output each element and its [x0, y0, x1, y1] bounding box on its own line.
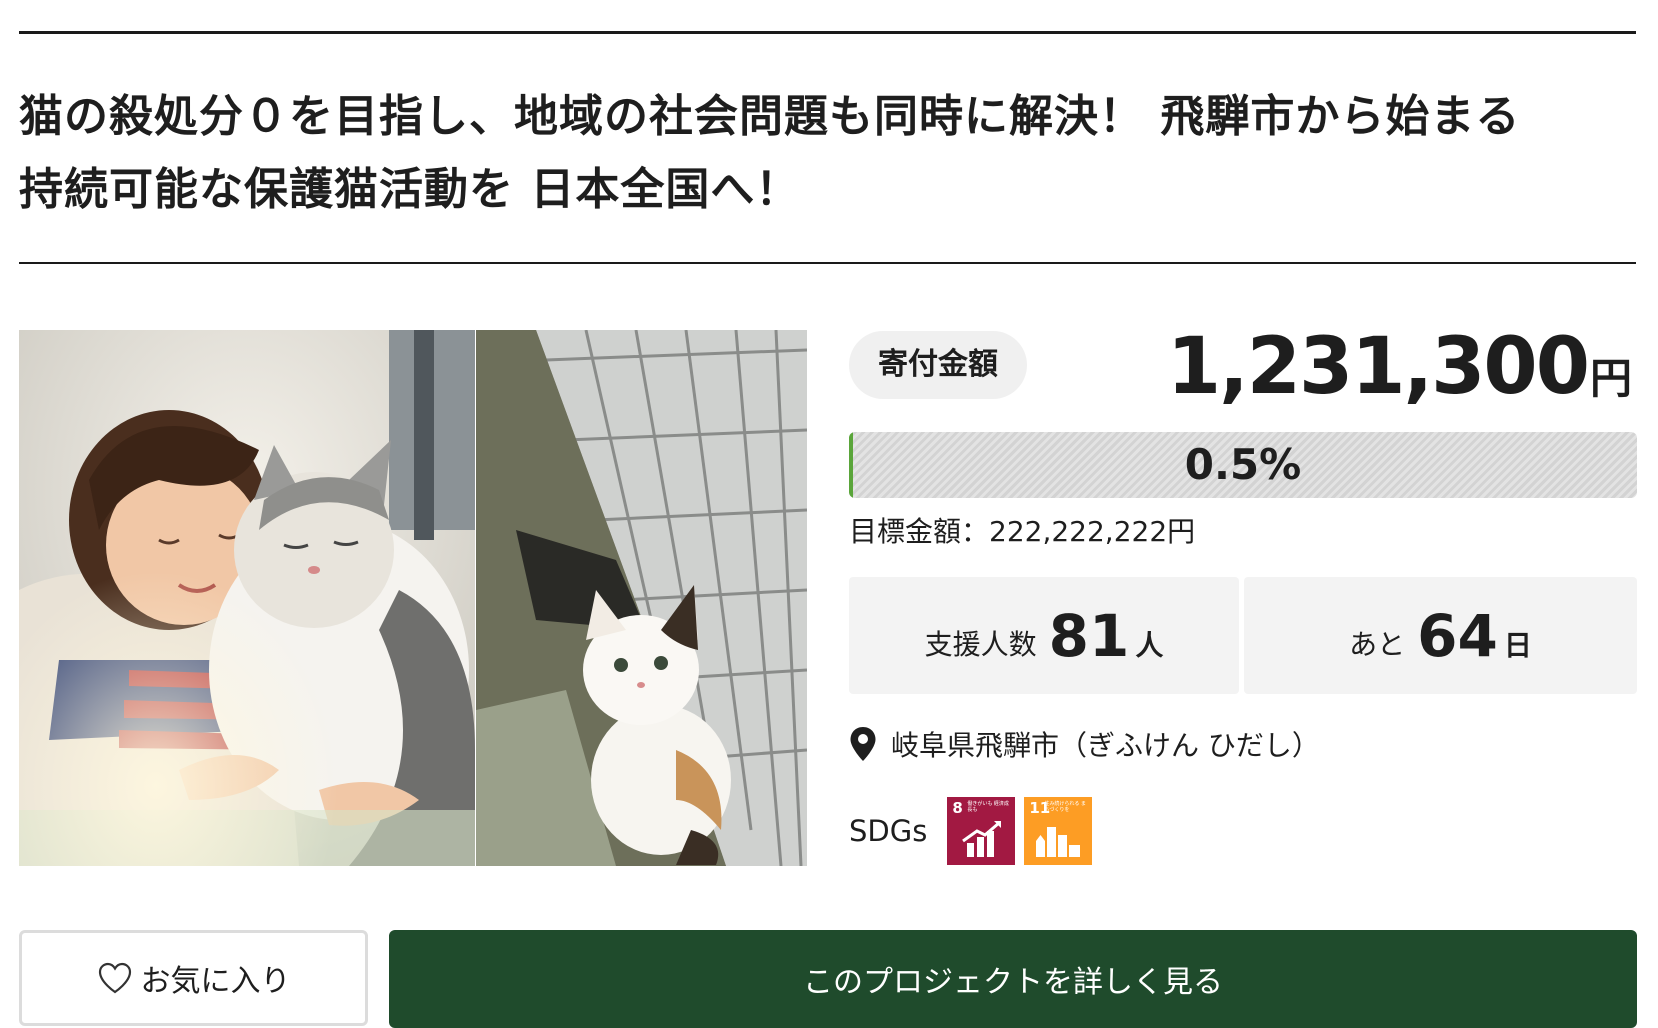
supporters-count-box: 支援人数 81 人 — [849, 577, 1239, 694]
top-divider — [19, 31, 1636, 34]
donation-amount: 1,231,300円 — [1167, 322, 1632, 412]
donation-goal: 目標金額：222,222,222円 — [849, 515, 1196, 548]
days-remaining-label: あと — [1349, 627, 1406, 661]
view-project-details-label: このプロジェクトを詳しく見る — [803, 965, 1223, 1000]
supporters-unit: 人 — [1135, 628, 1164, 662]
project-location: 岐阜県飛騨市（ぎふけん ひだし） — [849, 724, 1320, 764]
growth-chart-icon — [962, 821, 1002, 857]
heart-outline-icon — [98, 962, 131, 994]
project-title-line1: 猫の殺処分０を目指し、地域の社会問題も同時に解決！ 飛騨市から始まる — [19, 91, 1521, 142]
donation-amount-value: 1,231,300 — [1166, 322, 1590, 412]
donation-progress-bar: 0.5% — [849, 432, 1637, 498]
donation-amount-badge: 寄付金額 — [849, 331, 1027, 399]
sdgs-label: SDGs — [849, 814, 928, 848]
supporters-value: 81 — [1048, 601, 1130, 670]
city-buildings-icon — [1036, 827, 1081, 857]
favorite-button-label: お気に入り — [140, 964, 291, 999]
favorite-button[interactable]: お気に入り — [19, 930, 368, 1026]
sdgs-section: SDGs 8 働きがいも 経済成長も 11 住み続けられる まちづくりを — [849, 797, 1101, 865]
kitten-photo — [476, 330, 807, 866]
donation-amount-unit: 円 — [1589, 354, 1632, 403]
sdg-goal-8-tile: 8 働きがいも 経済成長も — [947, 797, 1016, 865]
project-title-line2: 持続可能な保護猫活動を 日本全国へ！ — [19, 164, 801, 215]
view-project-details-button[interactable]: このプロジェクトを詳しく見る — [389, 930, 1637, 1028]
donation-progress-percent: 0.5% — [1184, 440, 1302, 489]
title-divider — [19, 262, 1636, 264]
days-remaining-value: 64 — [1417, 601, 1498, 670]
supporters-label: 支援人数 — [924, 627, 1037, 661]
child-with-cat-photo — [19, 330, 475, 866]
map-pin-icon — [849, 726, 877, 762]
days-remaining-box: あと 64 日 — [1244, 577, 1637, 694]
location-text: 岐阜県飛騨市（ぎふけん ひだし） — [891, 729, 1320, 762]
project-title: 猫の殺処分０を目指し、地域の社会問題も同時に解決！ 飛騨市から始まる 持続可能な… — [19, 80, 1649, 226]
days-remaining-unit: 日 — [1503, 628, 1532, 662]
sdg-goal-11-tile: 11 住み続けられる まちづくりを — [1024, 797, 1093, 865]
